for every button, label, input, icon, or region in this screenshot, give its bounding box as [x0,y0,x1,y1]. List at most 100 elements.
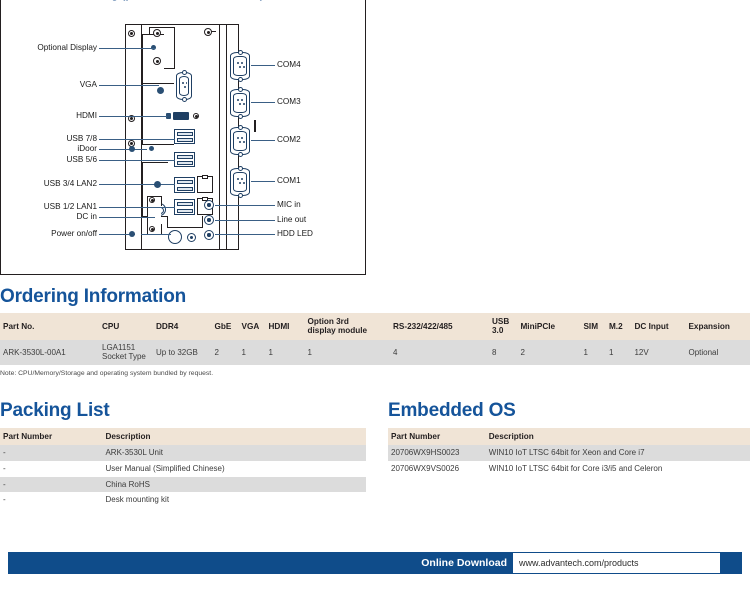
table-cell: - [0,476,103,493]
table-cell: 8 [488,339,518,366]
screw-icon [193,113,199,119]
table-cell: - [0,461,103,477]
table-header-row: Part Number Description [388,428,750,446]
screw-icon [149,197,155,203]
ordering-information-table: Part No. CPU DDR4 GbE VGA HDMI Option 3rd displ… [0,313,750,366]
table-cell: LGA1151 Socket Type [99,339,153,366]
hdd-led-indicator [204,230,214,240]
leader-dot [129,146,135,152]
column-header: Part Number [388,428,486,446]
led-bracket [167,216,203,228]
online-download-url-box[interactable]: www.advantech.com/products [512,552,721,574]
leader-usb34 [99,184,175,185]
packing-list-table: Part Number Description - ARK-3530L Unit - U… [0,428,366,508]
antenna-mark [211,31,216,33]
leader-vga [99,85,159,86]
leader-dot [129,231,135,237]
leader-mic-in [215,205,275,206]
table-cell: Desk mounting kit [102,492,366,508]
label-com3: COM3 [277,97,301,106]
label-usb12-lan1: USB 1/2 LAN1 [43,202,97,211]
column-header: M.2 [605,313,632,340]
online-download-label: Online Download [421,557,507,569]
table-cell: WIN10 IoT LTSC 64bit for Xeon and Core i… [485,445,750,462]
vga-leader-dot [157,87,164,94]
label-optional-display: Optional Display [37,43,97,52]
table-row: ARK-3530L-00A1 LGA1151 Socket Type Up to 32… [0,339,750,366]
screw-icon [128,30,135,37]
usb-port-12 [174,199,195,215]
table-cell: ARK-3530L-00A1 [0,339,99,366]
label-mic-in: MIC in [277,200,301,209]
usb-port-34 [174,177,195,193]
line-out-port [204,215,214,225]
packing-list-title: Packing List [0,400,110,421]
table-cell: Optional [685,339,750,366]
label-dc-in: DC in [76,212,97,221]
leader-dot [154,181,161,188]
table-cell: User Manual (Simplified Chinese) [102,461,366,477]
label-com1: COM1 [277,176,301,185]
ordering-note: Note: CPU/Memory/Storage and operating s… [0,370,214,377]
table-cell: Up to 32GB [153,339,212,366]
table-row: - ARK-3530L Unit [0,445,366,462]
io-panel-diagram: Mechanical Drawing (please see the datas… [0,0,366,275]
footer-divider [8,541,742,542]
column-header: Description [485,428,750,446]
screw-icon [149,226,155,232]
table-row: 20706WX9VS0026 WIN10 IoT LTSC 64bit for C… [388,461,750,477]
column-header: Description [102,428,366,446]
column-header: USB 3.0 [488,313,518,340]
label-idoor: iDoor [77,144,97,153]
table-cell: 20706WX9VS0026 [388,461,486,477]
column-header: DC Input [631,313,686,340]
online-download-url[interactable]: www.advantech.com/products [519,558,639,568]
label-usb56: USB 5/6 [66,155,98,164]
power-button-port [168,230,182,244]
leader-com2 [251,140,275,141]
com3-port [230,87,250,119]
leader-dot [149,146,154,151]
leader-com3 [251,102,275,103]
leader-optional-display [99,48,143,49]
label-line-out: Line out [277,215,307,224]
datasheet-page: Mechanical Drawing (please see the datas… [0,0,750,591]
label-power-on-off: Power on/off [51,229,97,238]
table-cell: - [0,445,103,462]
table-cell: WIN10 IoT LTSC 64bit for Core i3/i5 and … [485,461,750,477]
leader-dc-in [99,217,155,218]
chassis-notch [254,120,256,132]
ordering-information-title: Ordering Information [0,286,187,307]
embedded-os-title: Embedded OS [388,400,516,421]
packing-list-section: Part Number Description - ARK-3530L Unit - U… [0,428,366,508]
column-header: MiniPCIe [517,313,581,340]
screw-icon [153,57,161,65]
reset-hole [187,233,196,242]
table-cell: 2 [211,339,239,366]
com1-port [230,166,250,198]
table-cell: 1 [580,339,606,366]
column-header: RS-232/422/485 [389,313,489,340]
leader-usb12 [99,207,175,208]
column-header: Expansion [685,313,750,340]
label-vga: VGA [79,80,97,89]
column-header: HDMI [265,313,305,340]
screw-icon [153,29,161,37]
table-row: - Desk mounting kit [0,492,366,508]
column-header: DDR4 [153,313,212,340]
table-cell: 20706WX9HS0023 [388,445,486,462]
table-cell: ARK-3530L Unit [102,445,366,462]
table-cell: - [0,492,103,508]
table-header-row: Part Number Description [0,428,366,446]
column-header: SIM [580,313,606,340]
leader-usb78 [99,139,175,140]
lan-port-2 [197,175,213,193]
leader-power-2 [141,234,171,235]
leader-idoor [99,149,147,150]
usb-port-56 [174,152,195,167]
table-cell: 1 [265,339,305,366]
table-cell: 2 [517,339,581,366]
leader-usb56 [99,160,175,161]
table-row: - User Manual (Simplified Chinese) [0,461,366,477]
chassis-divider [219,24,221,250]
